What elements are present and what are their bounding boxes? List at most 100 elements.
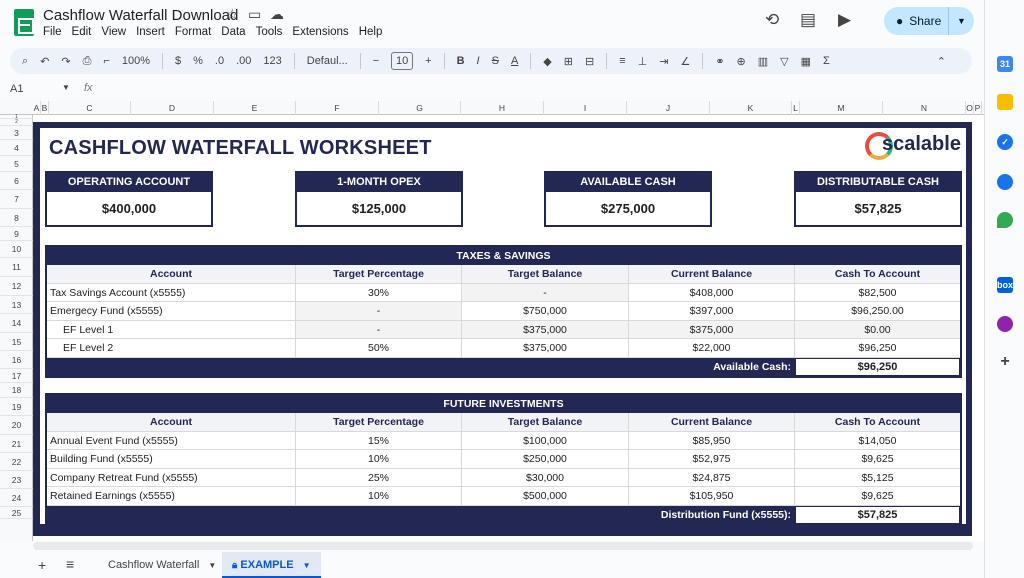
- column-header[interactable]: H: [461, 101, 544, 115]
- insert-comment-icon[interactable]: ⊕: [737, 55, 746, 68]
- more-formats-button[interactable]: 123: [263, 55, 281, 67]
- row-header[interactable]: 12: [0, 277, 33, 296]
- header-cash-to-account[interactable]: Cash To Account: [795, 413, 960, 431]
- menu-format[interactable]: Format: [175, 26, 211, 38]
- column-header[interactable]: N: [883, 101, 966, 115]
- menu-tools[interactable]: Tools: [256, 26, 283, 38]
- column-header[interactable]: A: [33, 101, 41, 115]
- borders-icon[interactable]: ⊞: [564, 55, 573, 68]
- column-header[interactable]: P: [974, 101, 982, 115]
- cell-current-balance[interactable]: $85,950: [629, 431, 795, 449]
- tab-cashflow-waterfall[interactable]: Cashflow Waterfall ▼: [100, 552, 224, 578]
- italic-icon[interactable]: I: [477, 55, 480, 67]
- footer-value[interactable]: $57,825: [795, 505, 960, 524]
- maps-icon[interactable]: [997, 212, 1013, 228]
- cell-target-balance[interactable]: $500,000: [462, 487, 629, 505]
- print-icon[interactable]: ⎙: [83, 55, 92, 68]
- menu-data[interactable]: Data: [221, 26, 245, 38]
- cell-target-balance[interactable]: $100,000: [462, 431, 629, 449]
- cell-cash-to-account[interactable]: $9,625: [795, 487, 960, 505]
- cell-current-balance[interactable]: $24,875: [629, 468, 795, 486]
- header-target-balance[interactable]: Target Balance: [462, 265, 629, 283]
- kpi-available-cash[interactable]: AVAILABLE CASH $275,000: [544, 171, 712, 227]
- horizontal-align-icon[interactable]: ≡: [619, 55, 625, 67]
- move-folder-icon[interactable]: ▭: [248, 6, 261, 23]
- row-header[interactable]: 9: [0, 227, 33, 241]
- increase-decimal-button[interactable]: .00: [236, 55, 251, 67]
- cell-account[interactable]: EF Level 1: [47, 320, 296, 338]
- font-size-decrease-icon[interactable]: −: [373, 55, 379, 67]
- contacts-icon[interactable]: [997, 174, 1013, 190]
- star-icon[interactable]: ☆: [226, 6, 239, 23]
- cell-target-percentage[interactable]: -: [296, 302, 462, 320]
- column-header[interactable]: F: [296, 101, 379, 115]
- row-header[interactable]: 24: [0, 489, 33, 507]
- zoom-select[interactable]: 100%: [122, 55, 150, 67]
- functions-icon[interactable]: Σ: [823, 55, 830, 67]
- row-header[interactable]: 14: [0, 314, 33, 333]
- cell-cash-to-account[interactable]: $5,125: [795, 469, 960, 487]
- row-header[interactable]: 10: [0, 241, 33, 258]
- cell-account[interactable]: Tax Savings Account (x5555): [47, 283, 296, 301]
- create-filter-icon[interactable]: ▽: [780, 55, 788, 68]
- keep-icon[interactable]: [997, 94, 1013, 110]
- row-header[interactable]: 3: [0, 126, 33, 140]
- cell-cash-to-account[interactable]: $96,250: [795, 339, 960, 357]
- cell-cash-to-account[interactable]: $0.00: [795, 320, 960, 338]
- share-dropdown-icon[interactable]: ▼: [948, 7, 974, 35]
- filter-views-icon[interactable]: ▦: [801, 55, 811, 68]
- kpi-opex[interactable]: 1-MONTH OPEX $125,000: [295, 171, 463, 227]
- font-select[interactable]: Defaul...: [307, 55, 348, 67]
- header-target-percentage[interactable]: Target Percentage: [296, 265, 462, 283]
- cell-account[interactable]: Emergecy Fund (x5555): [47, 302, 296, 320]
- comments-icon[interactable]: ▤: [800, 10, 816, 30]
- add-sheet-icon[interactable]: +: [38, 557, 46, 573]
- row-header[interactable]: 22: [0, 453, 33, 471]
- row-header[interactable]: 13: [0, 296, 33, 314]
- cell-account[interactable]: Company Retreat Fund (x5555): [47, 468, 296, 486]
- document-title[interactable]: Cashflow Waterfall Download: [43, 7, 238, 24]
- cell-cash-to-account[interactable]: $14,050: [795, 432, 960, 450]
- get-addons-icon[interactable]: +: [997, 354, 1013, 370]
- row-header[interactable]: 8: [0, 209, 33, 227]
- cell-account[interactable]: Retained Earnings (x5555): [47, 487, 296, 505]
- cell-cash-to-account[interactable]: $96,250.00: [795, 302, 960, 320]
- column-header[interactable]: E: [214, 101, 296, 115]
- header-current-balance[interactable]: Current Balance: [629, 413, 795, 431]
- cell-cash-to-account[interactable]: $9,625: [795, 450, 960, 468]
- cell-target-balance[interactable]: $30,000: [462, 468, 629, 486]
- column-header[interactable]: C: [49, 101, 131, 115]
- kpi-distributable-cash[interactable]: DISTRIBUTABLE CASH $57,825: [794, 171, 962, 227]
- share-button[interactable]: ● Share ▼: [884, 7, 974, 35]
- menu-file[interactable]: File: [43, 26, 62, 38]
- name-box[interactable]: A1: [10, 83, 23, 95]
- column-header[interactable]: J: [627, 101, 710, 115]
- menu-edit[interactable]: Edit: [72, 26, 92, 38]
- tab-example[interactable]: 🔒︎ EXAMPLE ▼: [222, 552, 321, 578]
- cell-target-percentage[interactable]: 30%: [296, 283, 462, 301]
- cell-target-percentage[interactable]: -: [296, 320, 462, 338]
- header-account[interactable]: Account: [47, 413, 296, 431]
- cell-account[interactable]: EF Level 2: [47, 339, 296, 357]
- percent-format-button[interactable]: %: [193, 55, 203, 67]
- row-header[interactable]: 5: [0, 156, 33, 172]
- horizontal-scrollbar[interactable]: [33, 542, 973, 550]
- cell-current-balance[interactable]: $52,975: [629, 450, 795, 468]
- column-header[interactable]: I: [544, 101, 627, 115]
- tasks-icon[interactable]: ✓: [997, 134, 1013, 150]
- row-header[interactable]: 2: [0, 119, 33, 126]
- merge-cells-icon[interactable]: ⊟: [585, 55, 594, 68]
- row-header[interactable]: 6: [0, 172, 33, 190]
- cell-target-percentage[interactable]: 15%: [296, 431, 462, 449]
- column-header[interactable]: O: [966, 101, 974, 115]
- tab-dropdown-icon[interactable]: ▼: [208, 561, 216, 570]
- column-header[interactable]: D: [131, 101, 214, 115]
- vertical-align-icon[interactable]: ⊥: [638, 55, 648, 68]
- row-header[interactable]: 19: [0, 398, 33, 416]
- row-header[interactable]: 21: [0, 435, 33, 453]
- row-header[interactable]: 20: [0, 416, 33, 435]
- row-header[interactable]: 4: [0, 140, 33, 156]
- row-header[interactable]: 15: [0, 333, 33, 351]
- paint-format-icon[interactable]: ⌐: [103, 55, 109, 67]
- cell-target-balance[interactable]: $375,000: [462, 339, 629, 357]
